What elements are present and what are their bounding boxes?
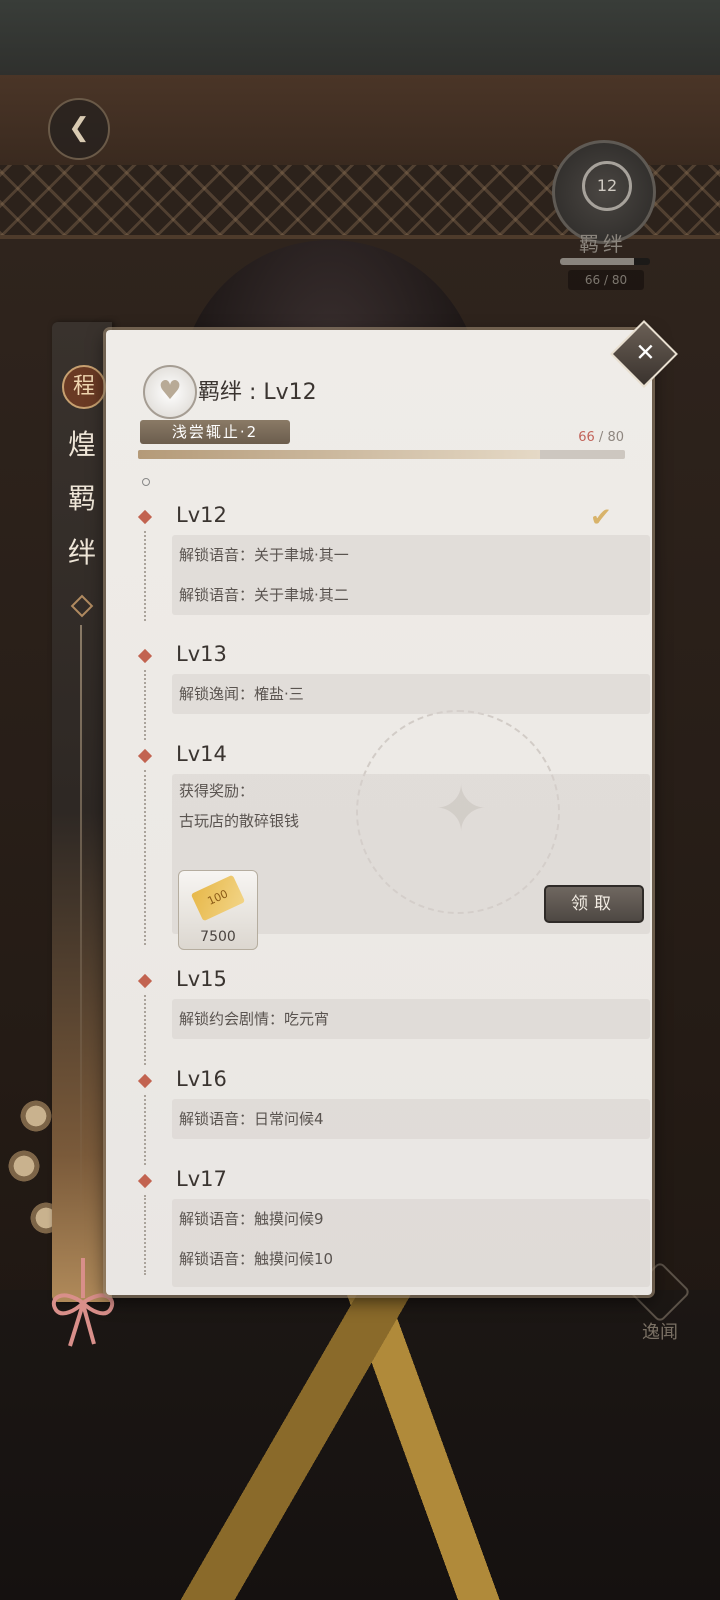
level-unlock-list: 解锁语音：关于聿城·其一 解锁语音：关于聿城·其二 bbox=[172, 535, 650, 615]
unlock-row: 解锁语音：日常问候4 bbox=[179, 1110, 324, 1128]
bond-progress-bar bbox=[138, 450, 625, 459]
side-strip-char: 煌 bbox=[67, 428, 96, 461]
bond-progress-text: 66 / 80 bbox=[540, 430, 624, 445]
bond-heart-icon: ♥ bbox=[143, 365, 197, 419]
level-title: Lv12 bbox=[176, 503, 227, 527]
side-strip-title: 煌 羁 绊 bbox=[58, 418, 106, 580]
level-title: Lv17 bbox=[176, 1167, 227, 1191]
unlock-row: 解锁语音：触摸问候9 bbox=[179, 1210, 324, 1228]
fan-decoration bbox=[6, 1148, 42, 1184]
fan-decoration bbox=[18, 1098, 54, 1134]
bond-badge-label: 羁绊 bbox=[579, 232, 627, 256]
heart-level-icon: 12 bbox=[582, 161, 632, 211]
bond-stage-tag: 浅尝辄止·2 bbox=[140, 420, 290, 444]
level-title: Lv14 bbox=[176, 742, 227, 766]
bond-badge-progress-fill bbox=[560, 258, 635, 265]
unlock-row: 解锁语音：关于聿城·其二 bbox=[179, 586, 349, 604]
timeline-dots bbox=[144, 770, 148, 945]
side-strip-char: 羁 bbox=[67, 482, 96, 515]
timeline-dots bbox=[144, 995, 148, 1065]
progress-separator: / bbox=[598, 430, 604, 445]
unlock-row: 解锁语音：关于聿城·其一 bbox=[179, 546, 349, 564]
timeline-dots bbox=[144, 1195, 148, 1275]
progress-max: 80 bbox=[607, 430, 624, 445]
claim-button[interactable]: 领取 bbox=[544, 885, 644, 923]
character-seal: 程 bbox=[62, 365, 106, 409]
bond-badge-progress bbox=[560, 258, 650, 265]
level-unlock-list: 解锁约会剧情：吃元宵 bbox=[172, 999, 650, 1039]
background-top bbox=[0, 0, 720, 75]
level-unlock-list: 解锁逸闻：榷盐·三 bbox=[172, 674, 650, 714]
timeline-dots bbox=[144, 670, 148, 740]
timeline-start-dot bbox=[142, 478, 150, 486]
timeline-dots bbox=[144, 531, 148, 621]
strip-divider bbox=[80, 625, 82, 1225]
back-arrow-icon: ❮ bbox=[68, 113, 90, 143]
timeline-dots bbox=[144, 1095, 148, 1165]
level-unlock-list: 解锁语音：日常问候4 bbox=[172, 1099, 650, 1139]
level-unlock-list: 解锁语音：触摸问候9 解锁语音：触摸问候10 bbox=[172, 1199, 650, 1287]
bond-progress-fill bbox=[138, 450, 540, 459]
unlock-row: 解锁约会剧情：吃元宵 bbox=[179, 1010, 330, 1028]
level-title: Lv13 bbox=[176, 642, 227, 666]
level-title: Lv16 bbox=[176, 1067, 227, 1091]
unlock-row: 解锁逸闻：榷盐·三 bbox=[179, 685, 304, 703]
reward-quantity: 7500 bbox=[200, 929, 236, 945]
checkmark-icon: ✔ bbox=[590, 503, 612, 533]
bond-level-title: 羁绊 : Lv12 bbox=[198, 380, 317, 405]
reward-name: 古玩店的散碎银钱 bbox=[179, 812, 300, 830]
progress-current: 66 bbox=[578, 430, 595, 445]
reward-item-slot[interactable]: 100 7500 bbox=[178, 870, 258, 950]
level-title: Lv15 bbox=[176, 967, 227, 991]
close-icon: ✕ bbox=[635, 338, 656, 367]
side-strip-char: 绊 bbox=[67, 536, 96, 569]
back-button[interactable]: ❮ bbox=[48, 98, 110, 160]
reward-heading: 获得奖励： bbox=[179, 782, 255, 800]
bond-badge-count: 66 / 80 bbox=[568, 270, 644, 290]
silver-note-icon: 100 bbox=[190, 874, 246, 922]
side-menu-plot-label: 逸闻 bbox=[642, 1322, 678, 1343]
unlock-row: 解锁语音：触摸问候10 bbox=[179, 1250, 334, 1268]
